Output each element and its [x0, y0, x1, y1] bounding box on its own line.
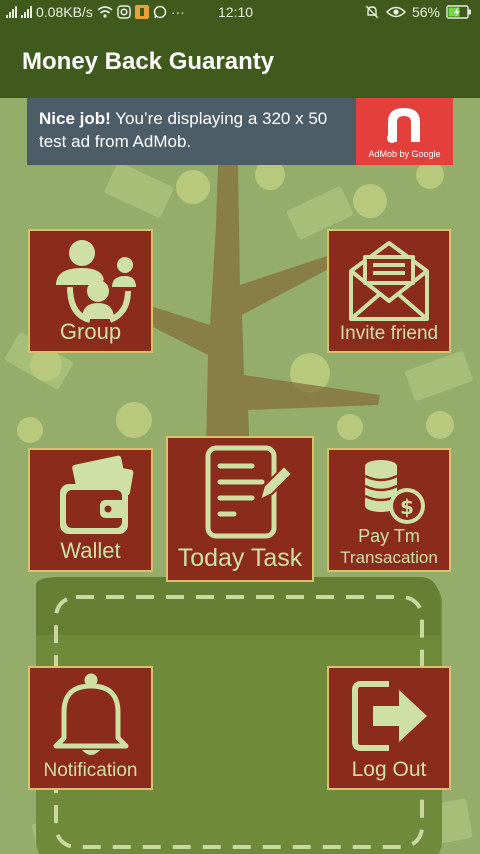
app-notification-icon [134, 5, 149, 19]
status-bar: 0.08KB/s ··· 12:10 56% [0, 0, 480, 26]
admob-brand: AdMob by Google [368, 149, 441, 159]
wallet-tile[interactable]: Wallet [28, 448, 153, 572]
paytm-label-line1: Pay Tm [358, 526, 420, 546]
invite-friend-label: Invite friend [339, 323, 439, 344]
whatsapp-icon [153, 5, 167, 19]
svg-text:$: $ [400, 495, 414, 519]
bell-muted-icon [365, 5, 379, 19]
admob-logo[interactable]: AdMob by Google [356, 98, 453, 165]
signal-icon [21, 6, 32, 18]
ad-headline: Nice job! [39, 109, 111, 128]
eye-icon [385, 6, 406, 18]
logout-label: Log Out [351, 758, 427, 781]
app-title: Money Back Guaranty [22, 48, 275, 75]
wifi-icon [97, 6, 113, 18]
battery-charging-icon [446, 5, 471, 19]
group-label: Group [59, 319, 122, 344]
paytm-transaction-tile[interactable]: $ Pay Tm Transacation [327, 448, 451, 572]
coins-stack-icon: $ [364, 460, 425, 524]
network-speed: 0.08KB/s [36, 4, 93, 20]
signal-icon [6, 6, 17, 18]
bell-icon [53, 673, 129, 755]
logout-arrow-icon [352, 681, 427, 751]
group-icon [56, 240, 136, 323]
envelope-icon [349, 241, 429, 321]
notification-label: Notification [43, 760, 138, 781]
battery-percent: 56% [411, 4, 440, 20]
clock: 12:10 [218, 4, 254, 20]
today-task-tile[interactable]: Today Task [166, 436, 314, 582]
invite-friend-tile[interactable]: Invite friend [327, 229, 451, 353]
task-document-icon [205, 445, 294, 539]
today-task-label: Today Task [177, 544, 303, 572]
wallet-label: Wallet [60, 538, 121, 563]
instagram-icon [117, 5, 131, 19]
logout-tile[interactable]: Log Out [327, 666, 451, 790]
ad-text[interactable]: Nice job! You’re displaying a 320 x 50 t… [39, 107, 359, 153]
notification-tile[interactable]: Notification [28, 666, 153, 790]
status-right: 56% [364, 4, 472, 20]
ad-banner[interactable]: Nice job! You’re displaying a 320 x 50 t… [27, 98, 453, 165]
wallet-icon [60, 455, 134, 534]
app-bar: Money Back Guaranty [0, 26, 480, 98]
group-tile[interactable]: Group [28, 229, 153, 353]
more-notifications: ··· [170, 4, 185, 20]
paytm-label-line2: Transacation [340, 548, 438, 567]
status-left: 0.08KB/s ··· [6, 4, 185, 20]
